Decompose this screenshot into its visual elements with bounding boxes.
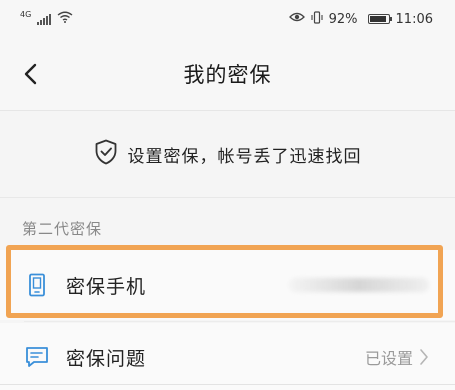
header: 我的密保: [0, 38, 455, 110]
row-divider: [24, 321, 455, 322]
bottom-divider: [0, 384, 455, 385]
status-bar: 4G 92% 11:06: [0, 0, 455, 38]
wifi-icon: [57, 11, 73, 27]
row-value-question: 已设置: [365, 323, 429, 390]
phone-icon: [24, 272, 50, 298]
info-banner: 设置密保，帐号丢了迅速找回: [0, 111, 455, 197]
battery-icon: [367, 14, 392, 24]
row-label-question: 密保问题: [66, 347, 147, 370]
eye-icon: [288, 11, 305, 27]
page-title: 我的密保: [183, 63, 272, 87]
status-text: 已设置: [364, 349, 413, 368]
status-right: 92% 11:06: [288, 10, 433, 28]
chat-icon: [24, 344, 50, 370]
row-value-phone: [289, 250, 429, 320]
section-divider: [0, 197, 455, 198]
row-label-phone: 密保手机: [66, 275, 147, 298]
clock: 11:06: [395, 11, 433, 27]
banner-text: 设置密保，帐号丢了迅速找回: [127, 146, 362, 167]
section-title: 第二代密保: [22, 220, 103, 238]
row-security-phone[interactable]: 密保手机: [0, 250, 455, 320]
back-button[interactable]: [16, 60, 44, 88]
chevron-left-icon: [24, 63, 37, 85]
battery-percent: 92%: [328, 11, 358, 27]
network-type: 4G: [20, 9, 32, 19]
chevron-right-icon: [420, 349, 428, 365]
status-left: 4G: [20, 9, 73, 27]
row-security-question[interactable]: 密保问题 已设置: [0, 323, 455, 390]
vibrate-icon: [311, 10, 323, 28]
shield-check-icon: [94, 139, 118, 169]
battery-fill: [369, 16, 387, 22]
blurred-phone-number: [289, 278, 429, 292]
signal-icon: [37, 13, 52, 25]
